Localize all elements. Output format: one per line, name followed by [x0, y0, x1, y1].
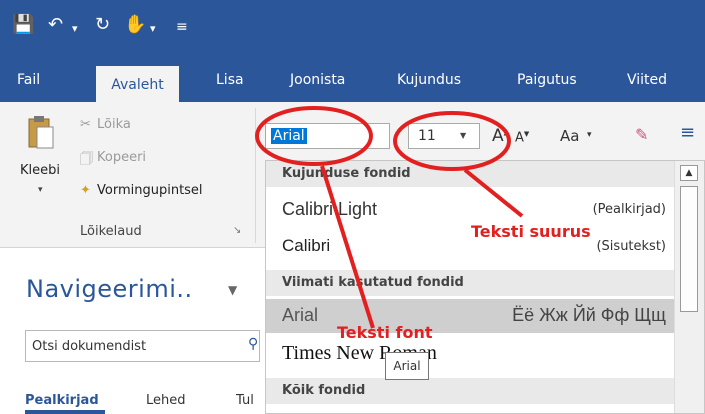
annotation-font-label: Teksti font — [337, 323, 433, 342]
annotation-overlay — [255, 106, 524, 329]
font-name-circle — [255, 106, 373, 166]
font-arrow-line — [320, 165, 375, 329]
size-arrow-line — [463, 168, 524, 218]
font-size-circle — [393, 111, 511, 171]
annotation-size-label: Teksti suurus — [471, 222, 591, 241]
